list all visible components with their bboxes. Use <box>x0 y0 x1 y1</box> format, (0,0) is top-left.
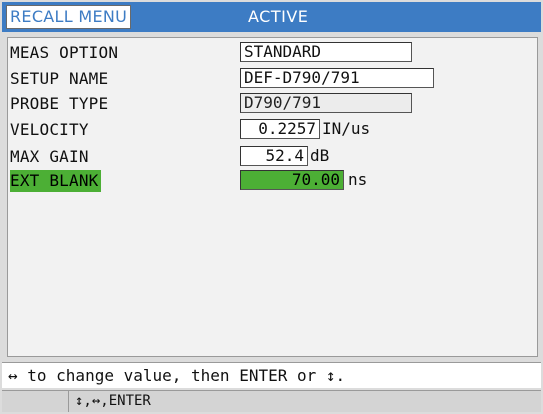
velocity-row[interactable]: VELOCITY 0.2257 IN/us <box>8 119 537 141</box>
max-gain-field[interactable]: 52.4 <box>240 146 308 166</box>
gauge-screen: RECALL MENU ACTIVE MEAS OPTION STANDARD … <box>0 0 543 414</box>
velocity-field[interactable]: 0.2257 <box>240 119 320 139</box>
velocity-unit: IN/us <box>322 119 371 138</box>
ext-blank-label: EXT BLANK <box>10 170 101 192</box>
meas-option-row[interactable]: MEAS OPTION STANDARD <box>8 42 537 64</box>
setup-name-label: SETUP NAME <box>10 69 109 88</box>
key-hint: ↕,↔,ENTER <box>68 391 318 412</box>
max-gain-unit: dB <box>310 146 330 165</box>
meas-option-label: MEAS OPTION <box>10 43 119 62</box>
key-hint-bar: ↕,↔,ENTER <box>2 390 541 412</box>
title-bar: RECALL MENU ACTIVE <box>2 2 541 32</box>
menu-title: RECALL MENU <box>6 5 132 29</box>
velocity-label: VELOCITY <box>10 120 89 139</box>
mode-indicator: ACTIVE <box>248 7 309 26</box>
ext-blank-field[interactable]: 70.00 <box>240 170 344 190</box>
max-gain-row[interactable]: MAX GAIN 52.4 dB <box>8 146 537 168</box>
setup-name-field[interactable]: DEF-D790/791 <box>240 68 434 88</box>
ext-blank-unit: ns <box>348 170 368 189</box>
probe-type-row: PROBE TYPE D790/791 <box>8 93 537 115</box>
meas-option-field[interactable]: STANDARD <box>240 42 412 62</box>
help-text-bar: ↔ to change value, then ENTER or ↕. <box>2 362 541 388</box>
max-gain-label: MAX GAIN <box>10 147 89 166</box>
probe-type-label: PROBE TYPE <box>10 94 109 113</box>
ext-blank-row[interactable]: EXT BLANK 70.00 ns <box>8 170 537 192</box>
parameter-panel: MEAS OPTION STANDARD SETUP NAME DEF-D790… <box>7 37 538 357</box>
probe-type-field: D790/791 <box>240 93 412 113</box>
setup-name-row[interactable]: SETUP NAME DEF-D790/791 <box>8 68 537 90</box>
